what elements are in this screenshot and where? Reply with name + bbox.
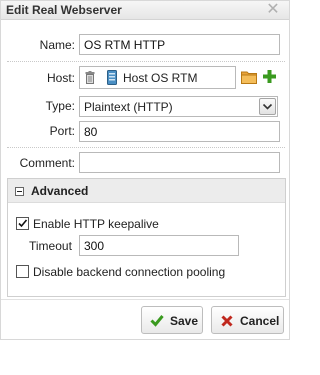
advanced-section-header[interactable]: Advanced xyxy=(8,179,285,203)
keepalive-label[interactable]: Enable HTTP keepalive xyxy=(33,217,159,231)
cancel-button[interactable]: Cancel xyxy=(211,306,284,334)
edit-real-webserver-dialog: Edit Real Webserver ✕ Name: Host: Host xyxy=(0,0,290,340)
save-button[interactable]: Save xyxy=(141,306,203,334)
timeout-field[interactable] xyxy=(79,235,239,256)
plus-icon[interactable] xyxy=(263,70,276,83)
cancel-button-label: Cancel xyxy=(240,314,280,328)
type-label: Type: xyxy=(45,99,75,113)
type-select[interactable]: Plaintext (HTTP) xyxy=(79,96,278,117)
close-icon[interactable]: ✕ xyxy=(265,1,281,19)
type-select-value: Plaintext (HTTP) xyxy=(84,100,173,114)
host-field[interactable]: Host OS RTM xyxy=(79,66,236,89)
dialog-title: Edit Real Webserver xyxy=(6,3,122,17)
chevron-down-icon[interactable] xyxy=(259,98,276,115)
port-field[interactable] xyxy=(79,121,280,142)
host-label: Host: xyxy=(46,71,75,85)
x-icon xyxy=(221,315,233,327)
advanced-section-title: Advanced xyxy=(31,184,89,198)
collapse-icon[interactable] xyxy=(15,187,24,196)
check-icon xyxy=(150,314,164,327)
name-label: Name: xyxy=(39,38,75,52)
trash-icon[interactable] xyxy=(85,71,95,84)
host-value: Host OS RTM xyxy=(123,71,198,85)
folder-icon[interactable] xyxy=(241,70,257,84)
pooling-label[interactable]: Disable backend connection pooling xyxy=(33,265,225,279)
port-label: Port: xyxy=(49,124,75,138)
save-button-label: Save xyxy=(170,314,199,328)
timeout-label: Timeout xyxy=(29,239,72,253)
comment-field[interactable] xyxy=(79,152,280,173)
footer-divider xyxy=(1,299,289,300)
pooling-checkbox[interactable] xyxy=(16,265,29,278)
divider xyxy=(7,147,285,148)
name-field[interactable] xyxy=(79,34,280,55)
dialog-titlebar[interactable]: Edit Real Webserver ✕ xyxy=(1,1,289,20)
keepalive-checkbox[interactable] xyxy=(16,217,29,230)
server-icon xyxy=(107,70,117,85)
advanced-section: Advanced Enable HTTP keepalive Timeout D… xyxy=(7,178,286,297)
comment-label: Comment: xyxy=(19,156,75,170)
divider xyxy=(7,61,285,62)
